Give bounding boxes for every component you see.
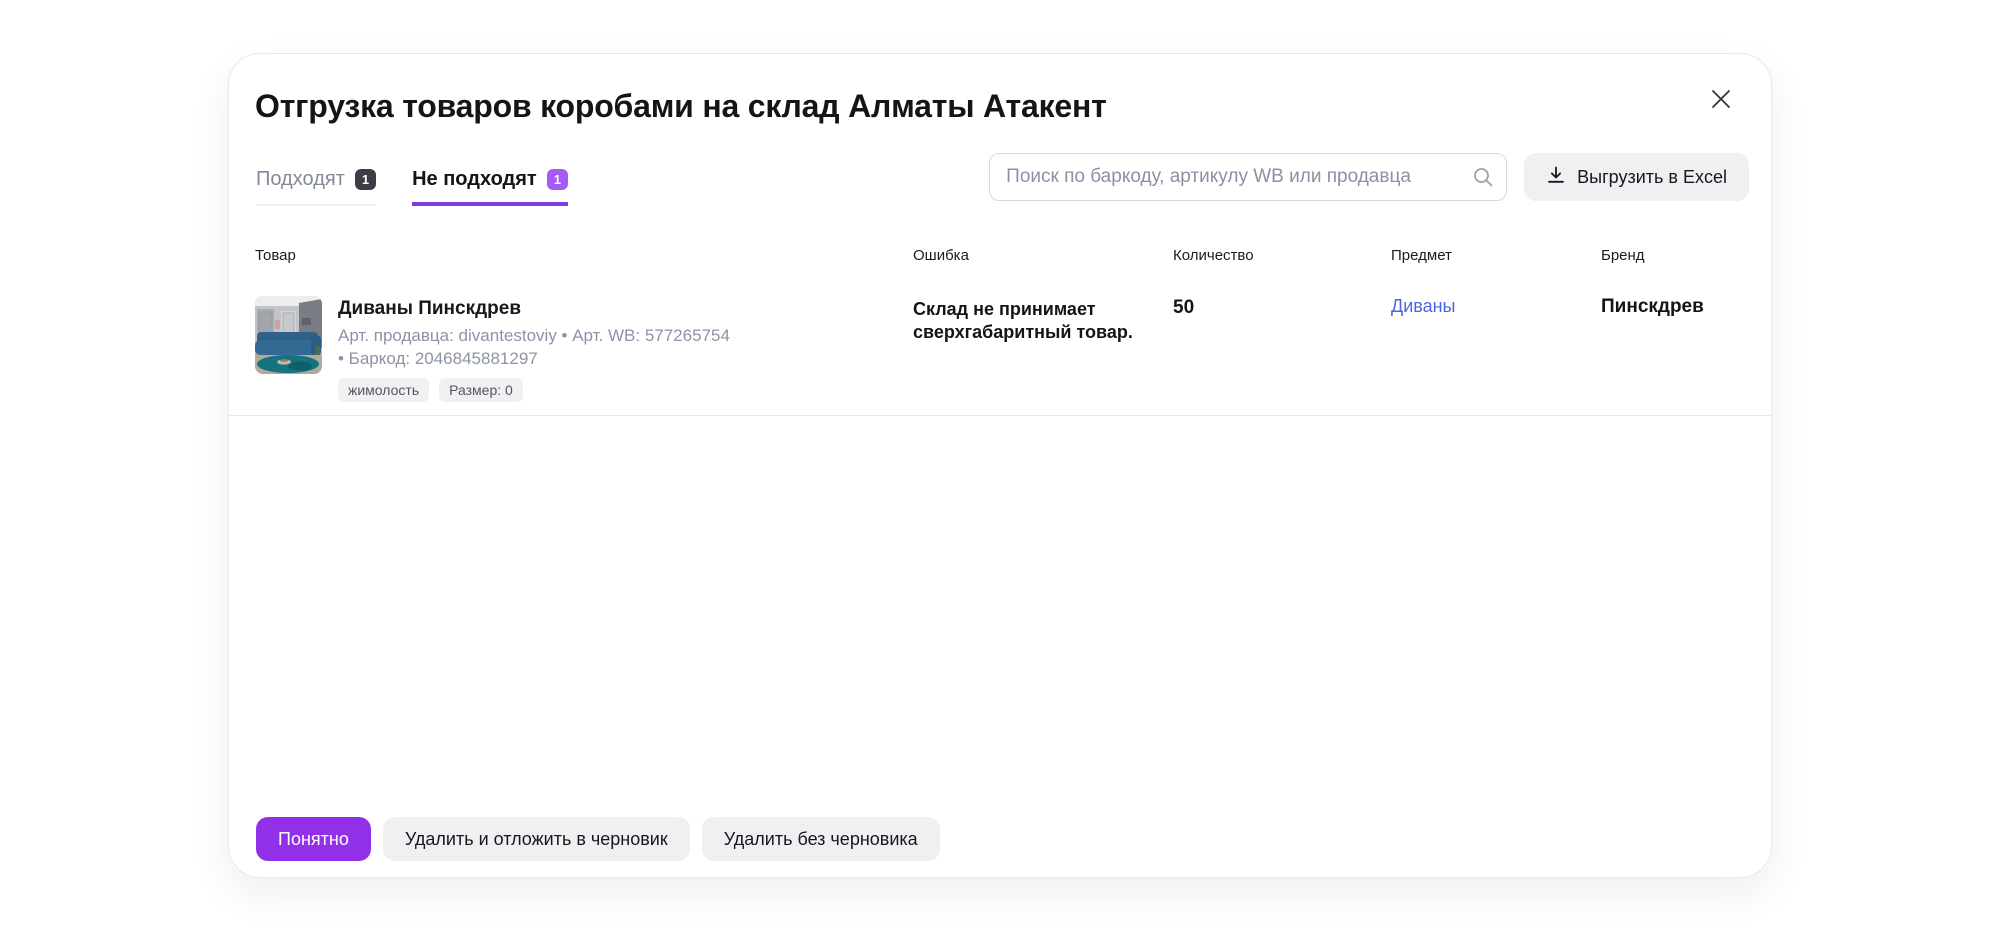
column-header-quantity: Количество bbox=[1173, 247, 1391, 265]
product-details: Арт. продавца: divantestoviy • Арт. WB: … bbox=[338, 324, 730, 370]
toolbar-right: Выгрузить в Excel bbox=[989, 153, 1749, 201]
product-details-line1: Арт. продавца: divantestoviy • Арт. WB: … bbox=[338, 324, 730, 347]
ok-button[interactable]: Понятно bbox=[256, 817, 371, 861]
download-icon bbox=[1546, 165, 1566, 190]
close-button[interactable] bbox=[1705, 84, 1737, 116]
empty-area bbox=[255, 416, 1749, 817]
export-excel-label: Выгрузить в Excel bbox=[1577, 167, 1727, 188]
close-icon bbox=[1708, 86, 1734, 115]
tab-suitable-count-badge: 1 bbox=[355, 169, 376, 190]
product-image bbox=[255, 296, 322, 374]
subject-link[interactable]: Диваны bbox=[1391, 296, 1456, 316]
product-name: Диваны Пинскдрев bbox=[338, 297, 730, 321]
export-excel-button[interactable]: Выгрузить в Excel bbox=[1524, 153, 1749, 201]
modal-title: Отгрузка товаров коробами на склад Алмат… bbox=[255, 86, 1749, 126]
tab-suitable-label: Подходят bbox=[256, 167, 345, 191]
column-header-brand: Бренд bbox=[1601, 247, 1749, 265]
quantity-value: 50 bbox=[1173, 296, 1391, 402]
subject-cell: Диваны bbox=[1391, 296, 1601, 402]
brand-value: Пинскдрев bbox=[1601, 296, 1749, 402]
tag-color: жимолость bbox=[338, 378, 429, 402]
column-header-product: Товар bbox=[255, 247, 913, 265]
product-cell: Диваны Пинскдрев Арт. продавца: divantes… bbox=[255, 296, 913, 402]
table-row: Диваны Пинскдрев Арт. продавца: divantes… bbox=[229, 296, 1771, 416]
product-details-line2: • Баркод: 2046845881297 bbox=[338, 347, 730, 370]
shipment-boxes-modal: Отгрузка товаров коробами на склад Алмат… bbox=[228, 53, 1772, 878]
footer-actions: Понятно Удалить и отложить в черновик Уд… bbox=[255, 817, 1749, 861]
page-background: Отгрузка товаров коробами на склад Алмат… bbox=[0, 0, 1999, 935]
tab-not-suitable-label: Не подходят bbox=[412, 167, 537, 191]
search-box bbox=[989, 153, 1507, 201]
tabs: Подходят 1 Не подходят 1 bbox=[256, 167, 568, 206]
column-header-error: Ошибка bbox=[913, 247, 1173, 265]
search-input[interactable] bbox=[989, 153, 1507, 201]
delete-without-draft-button[interactable]: Удалить без черновика bbox=[702, 817, 940, 861]
tab-not-suitable-count-badge: 1 bbox=[547, 169, 568, 190]
modal-header: Отгрузка товаров коробами на склад Алмат… bbox=[255, 86, 1749, 126]
tab-not-suitable[interactable]: Не подходят 1 bbox=[412, 167, 568, 206]
tag-size: Размер: 0 bbox=[439, 378, 523, 402]
tab-suitable[interactable]: Подходят 1 bbox=[256, 167, 376, 206]
table-header: Товар Ошибка Количество Предмет Бренд bbox=[255, 247, 1749, 265]
product-tags: жимолость Размер: 0 bbox=[338, 378, 730, 402]
delete-and-move-to-draft-button[interactable]: Удалить и отложить в черновик bbox=[383, 817, 690, 861]
product-info: Диваны Пинскдрев Арт. продавца: divantes… bbox=[338, 296, 730, 402]
column-header-subject: Предмет bbox=[1391, 247, 1601, 265]
toolbar: Подходят 1 Не подходят 1 bbox=[255, 153, 1749, 206]
error-text: Склад не принимает сверхгабаритный товар… bbox=[913, 296, 1153, 402]
